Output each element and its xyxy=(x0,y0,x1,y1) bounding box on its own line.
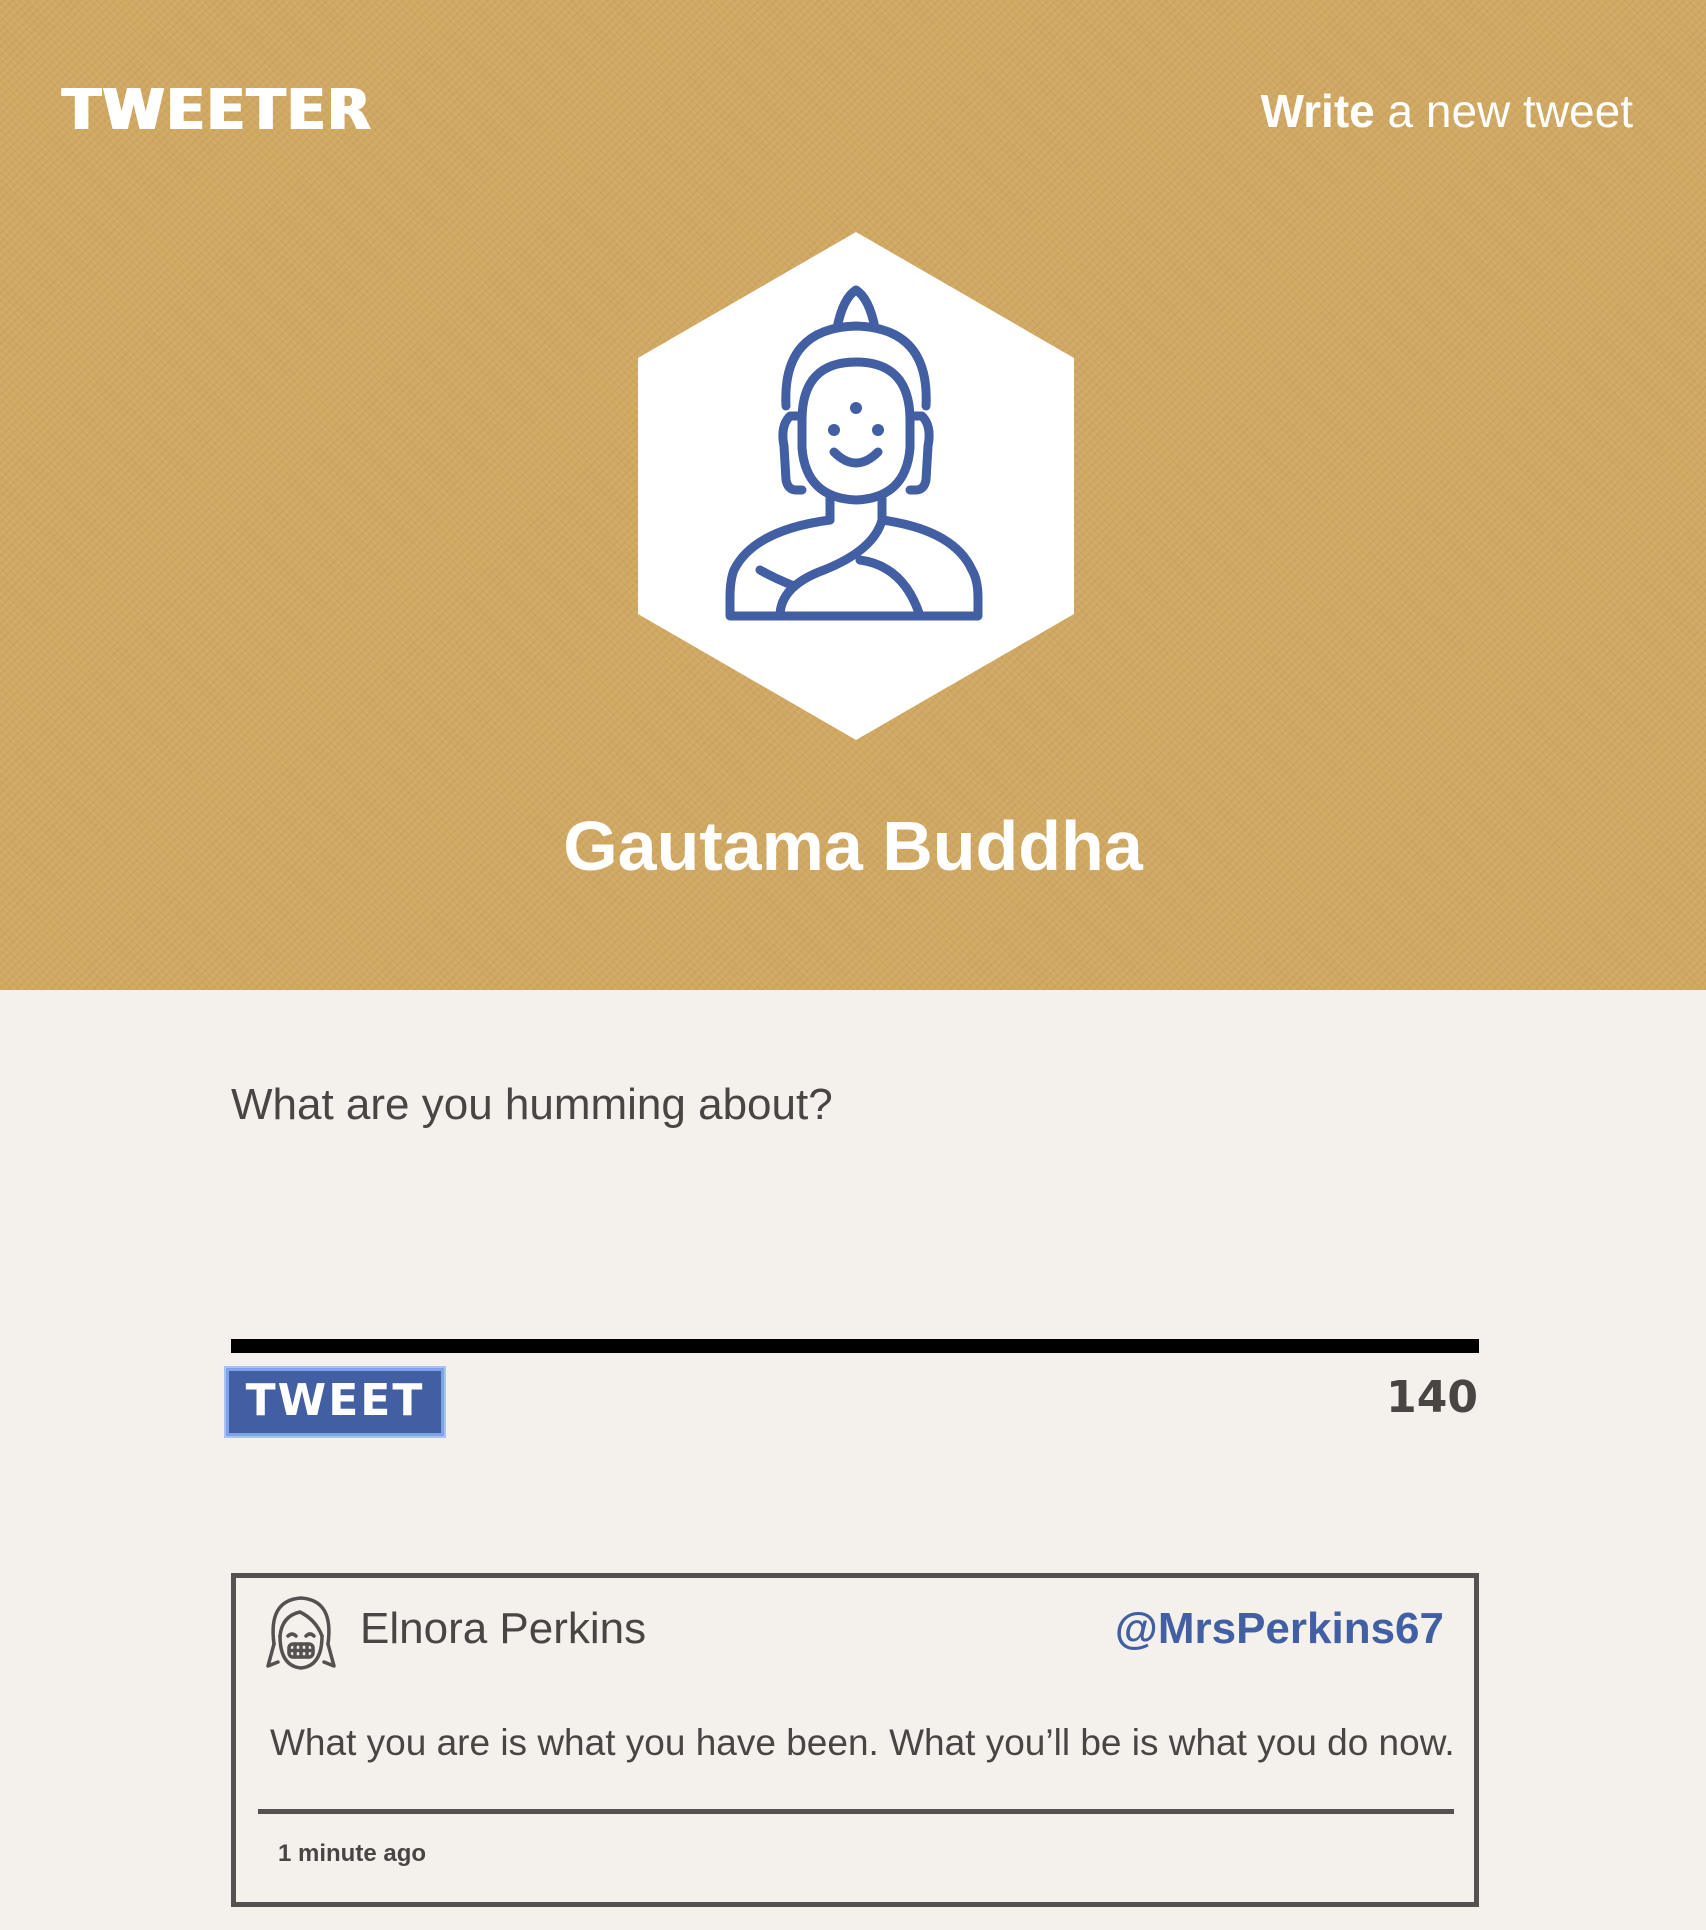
compose-link-rest: a new tweet xyxy=(1374,85,1634,137)
tweet-textarea[interactable] xyxy=(231,1080,1479,1330)
profile-name: Gautama Buddha xyxy=(563,807,1143,885)
tweet-author-handle[interactable]: @MrsPerkins67 xyxy=(1115,1604,1444,1654)
profile-avatar xyxy=(638,232,1074,740)
avatar-hexagon xyxy=(638,232,1074,740)
urna-dot xyxy=(850,402,862,414)
profile-banner: TWEETER Write a new tweet Gautama Buddha xyxy=(0,0,1706,990)
tweet-author-name: Elnora Perkins xyxy=(360,1604,647,1653)
brand-logo[interactable]: TWEETER xyxy=(62,78,372,143)
left-eye xyxy=(828,424,840,436)
composer-divider xyxy=(231,1339,1479,1353)
tweet-divider xyxy=(258,1809,1454,1814)
write-new-tweet-link[interactable]: Write a new tweet xyxy=(1261,84,1633,138)
tweet-composer xyxy=(231,1080,1479,1340)
compose-link-bold: Write xyxy=(1260,85,1375,137)
tweet-text: What you are is what you have been. What… xyxy=(270,1722,1455,1763)
tweet-button[interactable]: TWEET xyxy=(226,1368,444,1436)
tweet-card: Elnora Perkins @MrsPerkins67 What you ar… xyxy=(231,1573,1479,1907)
girl-avatar-icon xyxy=(266,1596,336,1670)
char-counter: 140 xyxy=(1386,1372,1478,1423)
right-eye xyxy=(872,424,884,436)
tweet-timestamp: 1 minute ago xyxy=(278,1840,427,1867)
